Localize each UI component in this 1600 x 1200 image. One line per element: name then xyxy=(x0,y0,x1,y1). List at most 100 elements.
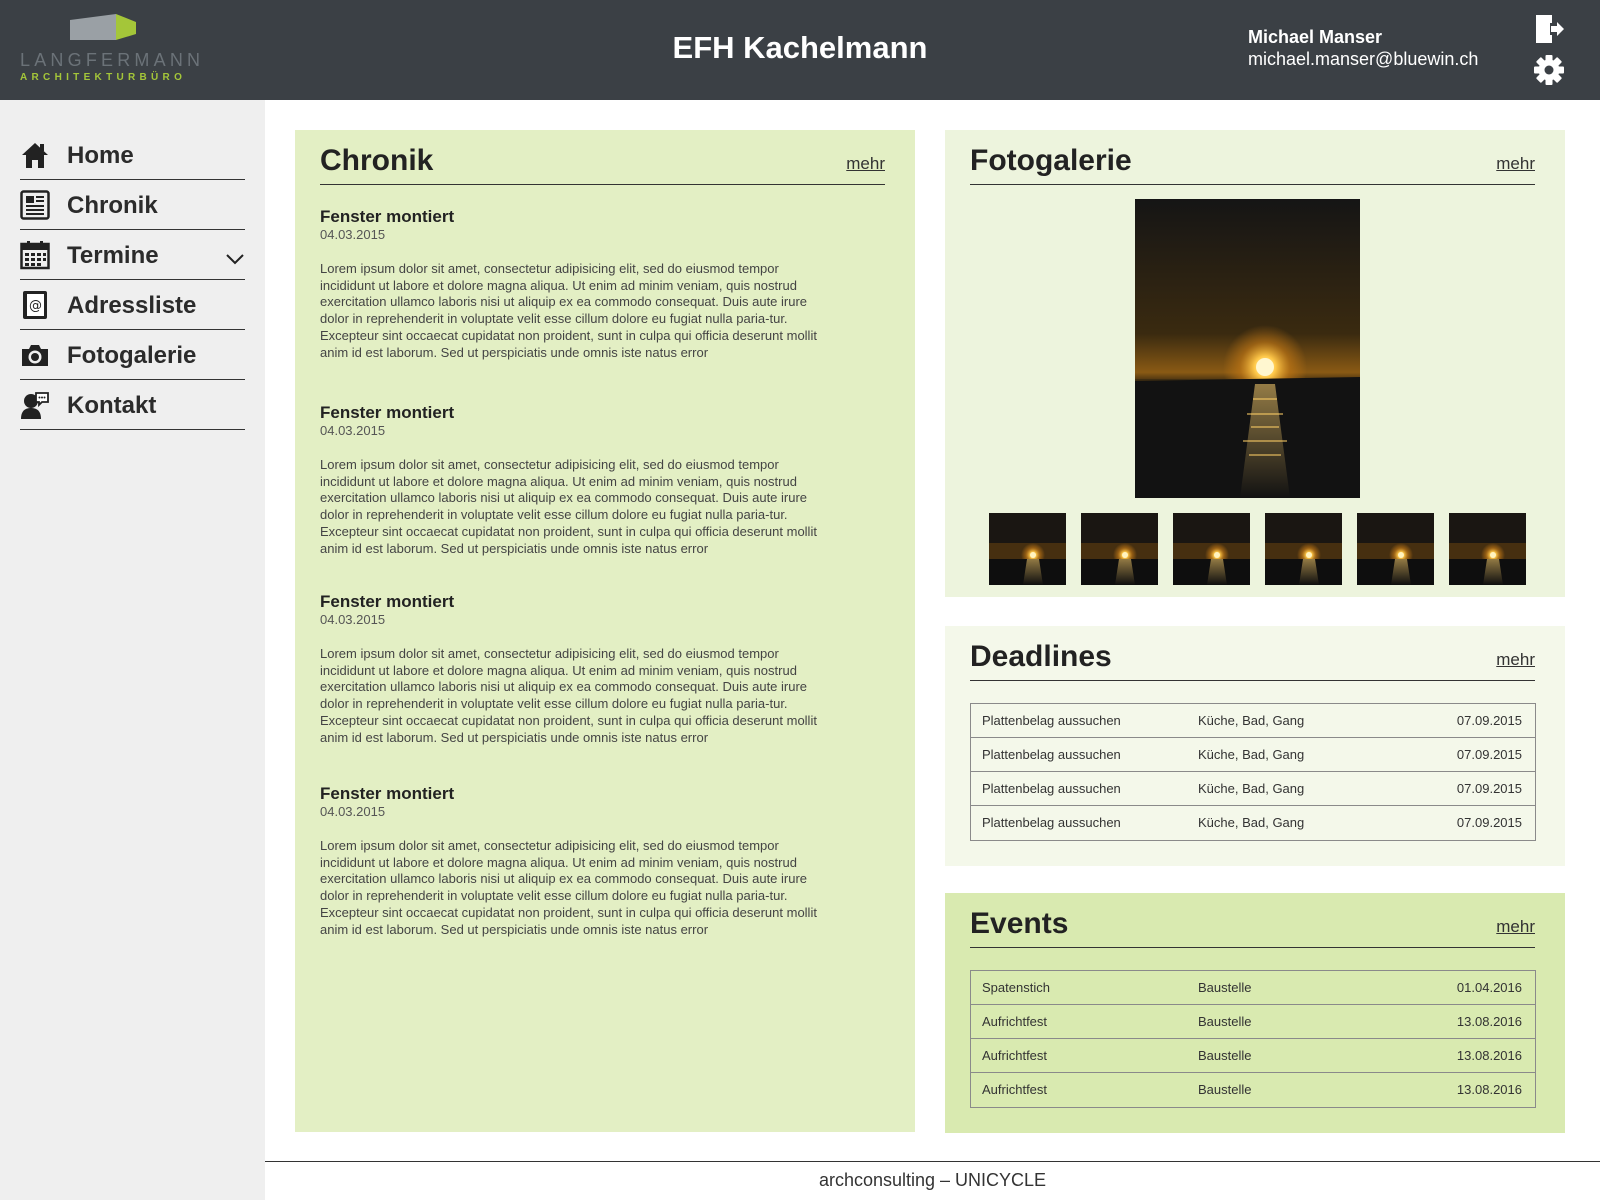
entry-date: 04.03.2015 xyxy=(320,804,386,819)
sidebar-item-home[interactable]: Home xyxy=(20,130,245,180)
table-row[interactable]: Plattenbelag aussuchen Küche, Bad, Gang … xyxy=(971,772,1535,806)
address-book-icon: @ xyxy=(20,290,50,320)
main-photo[interactable] xyxy=(1135,199,1360,498)
app-header: LANGFERMANN ARCHITEKTURBÜRO EFH Kachelma… xyxy=(0,0,1600,100)
footer-text: archconsulting – UNICYCLE xyxy=(818,1170,1047,1190)
company-logo[interactable]: LANGFERMANN ARCHITEKTURBÜRO xyxy=(20,14,200,86)
chevron-down-icon[interactable] xyxy=(225,252,245,266)
calendar-icon xyxy=(20,240,50,270)
home-icon xyxy=(20,140,50,170)
entry-text: Lorem ipsum dolor sit amet, consectetur … xyxy=(320,838,817,937)
gallery-thumbnail[interactable] xyxy=(1357,513,1434,585)
event-date: 13.08.2016 xyxy=(1456,1048,1522,1063)
entry-title: Fenster montiert xyxy=(320,592,455,611)
gallery-thumbnail[interactable] xyxy=(989,513,1066,585)
sidebar-item-label: Home xyxy=(67,142,134,169)
gallery-thumbnail[interactable] xyxy=(1265,513,1342,585)
event-name: Aufrichtfest xyxy=(982,1082,1048,1097)
chronik-entry[interactable]: Fenster montiert 04.03.2015 Lorem ipsum … xyxy=(320,207,840,361)
panel-title: Chronik xyxy=(320,144,434,177)
footer: archconsulting – UNICYCLE xyxy=(265,1161,1600,1200)
logo-subtitle: ARCHITEKTURBÜRO xyxy=(20,72,187,83)
chronik-entry[interactable]: Fenster montiert 04.03.2015 Lorem ipsum … xyxy=(320,784,840,938)
event-location: Baustelle xyxy=(1198,1082,1252,1097)
events-panel: Events mehr Spatenstich Baustelle 01.04.… xyxy=(945,893,1565,1133)
table-row[interactable]: Plattenbelag aussuchen Küche, Bad, Gang … xyxy=(971,738,1535,772)
gallery-thumbnail[interactable] xyxy=(1173,513,1250,585)
deadline-date: 07.09.2015 xyxy=(1456,713,1522,728)
deadline-location: Küche, Bad, Gang xyxy=(1198,713,1305,728)
panel-title: Events xyxy=(970,907,1069,940)
entry-date: 04.03.2015 xyxy=(320,227,386,242)
divider xyxy=(970,680,1535,681)
newspaper-icon xyxy=(20,190,50,220)
chronik-more-link[interactable]: mehr xyxy=(846,154,885,174)
entry-title: Fenster montiert xyxy=(320,403,455,422)
event-date: 13.08.2016 xyxy=(1456,1082,1522,1097)
gallery-thumbnail[interactable] xyxy=(1081,513,1158,585)
entry-text: Lorem ipsum dolor sit amet, consectetur … xyxy=(320,457,817,556)
divider xyxy=(970,947,1535,948)
sidebar-item-kontakt[interactable]: Kontakt xyxy=(20,380,245,430)
entry-date: 04.03.2015 xyxy=(320,612,386,627)
deadlines-more-link[interactable]: mehr xyxy=(1496,650,1535,670)
panel-title: Fotogalerie xyxy=(970,144,1132,177)
sidebar-item-label: Chronik xyxy=(67,192,158,219)
event-location: Baustelle xyxy=(1198,1048,1252,1063)
divider xyxy=(970,184,1535,185)
deadlines-panel: Deadlines mehr Plattenbelag aussuchen Kü… xyxy=(945,626,1565,866)
sidebar-item-label: Kontakt xyxy=(67,392,157,419)
events-more-link[interactable]: mehr xyxy=(1496,917,1535,937)
table-row[interactable]: Spatenstich Baustelle 01.04.2016 xyxy=(971,971,1535,1005)
contact-person-icon xyxy=(20,390,50,420)
event-date: 13.08.2016 xyxy=(1456,1014,1522,1029)
event-date: 01.04.2016 xyxy=(1456,980,1522,995)
entry-title: Fenster montiert xyxy=(320,784,455,803)
deadline-task: Plattenbelag aussuchen xyxy=(982,815,1121,830)
sidebar-item-termine[interactable]: Termine xyxy=(20,230,245,280)
event-location: Baustelle xyxy=(1198,980,1252,995)
deadline-date: 07.09.2015 xyxy=(1456,815,1522,830)
svg-text:@: @ xyxy=(29,299,42,314)
sidebar-item-label: Adressliste xyxy=(67,292,197,319)
table-row[interactable]: Plattenbelag aussuchen Küche, Bad, Gang … xyxy=(971,704,1535,738)
deadlines-table: Plattenbelag aussuchen Küche, Bad, Gang … xyxy=(970,703,1536,841)
entry-text: Lorem ipsum dolor sit amet, consectetur … xyxy=(320,646,817,745)
deadline-location: Küche, Bad, Gang xyxy=(1198,815,1305,830)
user-email: michael.manser@bluewin.ch xyxy=(1248,49,1479,69)
table-row[interactable]: Aufrichtfest Baustelle 13.08.2016 xyxy=(971,1005,1535,1039)
sidebar-item-adressliste[interactable]: @ Adressliste xyxy=(20,280,245,330)
user-name: Michael Manser xyxy=(1248,27,1383,47)
fotogalerie-more-link[interactable]: mehr xyxy=(1496,154,1535,174)
sidebar-item-label: Termine xyxy=(67,242,159,269)
deadline-date: 07.09.2015 xyxy=(1456,781,1522,796)
deadline-location: Küche, Bad, Gang xyxy=(1198,781,1305,796)
chronik-panel: Chronik mehr Fenster montiert 04.03.2015… xyxy=(295,130,915,1132)
logo-name: LANGFERMANN xyxy=(20,50,205,70)
gallery-thumbnail[interactable] xyxy=(1449,513,1526,585)
table-row[interactable]: Aufrichtfest Baustelle 13.08.2016 xyxy=(971,1073,1535,1107)
logo-mark-icon xyxy=(70,14,136,40)
sidebar-item-fotogalerie[interactable]: Fotogalerie xyxy=(20,330,245,380)
logout-icon[interactable] xyxy=(1532,12,1566,46)
deadline-task: Plattenbelag aussuchen xyxy=(982,747,1121,762)
table-row[interactable]: Aufrichtfest Baustelle 13.08.2016 xyxy=(971,1039,1535,1073)
sidebar-item-chronik[interactable]: Chronik xyxy=(20,180,245,230)
divider xyxy=(320,184,885,185)
camera-icon xyxy=(20,340,50,370)
table-row[interactable]: Plattenbelag aussuchen Küche, Bad, Gang … xyxy=(971,806,1535,840)
chronik-entry[interactable]: Fenster montiert 04.03.2015 Lorem ipsum … xyxy=(320,592,840,746)
settings-gear-icon[interactable] xyxy=(1532,53,1566,87)
deadline-task: Plattenbelag aussuchen xyxy=(982,781,1121,796)
chronik-entry[interactable]: Fenster montiert 04.03.2015 Lorem ipsum … xyxy=(320,403,840,557)
user-info: Michael Manser michael.manser@bluewin.ch xyxy=(1248,26,1478,70)
event-name: Aufrichtfest xyxy=(982,1014,1048,1029)
entry-title: Fenster montiert xyxy=(320,207,455,226)
sidebar: Home Chronik Termine @ Adressliste Fotog… xyxy=(0,100,265,1200)
events-table: Spatenstich Baustelle 01.04.2016 Aufrich… xyxy=(970,970,1536,1108)
fotogalerie-panel: Fotogalerie mehr xyxy=(945,130,1565,597)
panel-title: Deadlines xyxy=(970,640,1112,673)
sidebar-item-label: Fotogalerie xyxy=(67,342,197,369)
event-location: Baustelle xyxy=(1198,1014,1252,1029)
deadline-task: Plattenbelag aussuchen xyxy=(982,713,1121,728)
